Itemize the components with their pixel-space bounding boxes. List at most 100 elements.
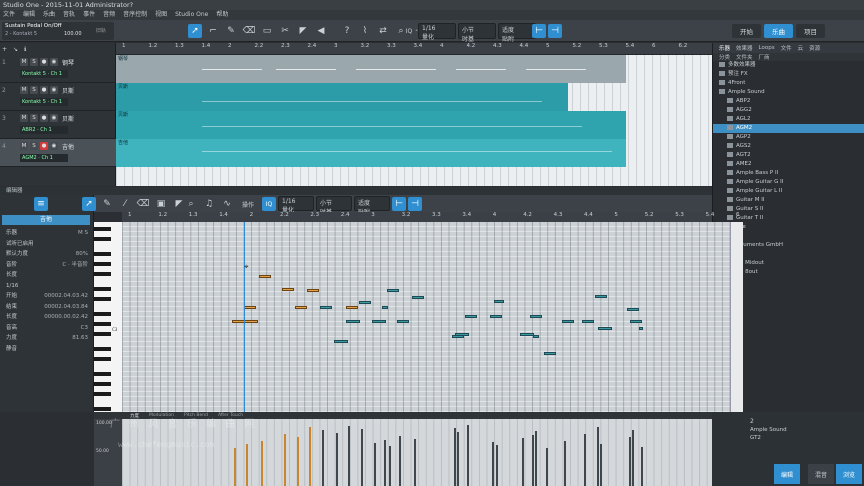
mute-tool-icon[interactable]: ◤ [296, 24, 310, 38]
sort-folder[interactable]: 文件夹 [736, 53, 753, 61]
velocity-bar[interactable] [414, 439, 416, 486]
browser-item[interactable]: AGM2 [713, 124, 864, 133]
record-button[interactable]: ● [40, 142, 48, 150]
editor-arrow-icon[interactable]: ➚ [82, 197, 96, 211]
tab-files[interactable]: 文件 [781, 44, 792, 52]
velocity-bar[interactable] [322, 430, 324, 486]
browser-item[interactable]: AME2 [713, 160, 864, 169]
instrument-display[interactable]: Sustain Pedal On/Off 2 - Kontakt 5 100.0… [2, 22, 114, 40]
menu-track[interactable]: 音轨 [63, 10, 75, 20]
editor-listen-icon[interactable]: ♫ [202, 197, 216, 211]
monitor-button[interactable]: ◉ [50, 86, 58, 94]
velocity-bar[interactable] [629, 437, 631, 486]
track-instrument[interactable]: Kontakt 5 · Ch 1 [20, 70, 68, 78]
black-key[interactable] [94, 382, 111, 386]
edit-view-button[interactable]: 编辑 [774, 464, 800, 484]
midi-note[interactable] [490, 315, 502, 318]
mute-button[interactable]: M [20, 114, 28, 122]
editor-list-icon[interactable]: ≡ [34, 197, 48, 211]
editor-eraser-icon[interactable]: ⌫ [136, 197, 150, 211]
browser-item[interactable]: Ample Guitar G II [713, 178, 864, 187]
velocity-bar[interactable] [467, 425, 469, 486]
black-key[interactable] [94, 262, 111, 266]
inspector-icon[interactable]: ℹ [24, 46, 26, 53]
velocity-bar[interactable] [457, 432, 459, 486]
midi-note[interactable] [320, 306, 332, 309]
velocity-bar[interactable] [246, 444, 248, 486]
midi-note[interactable] [412, 296, 424, 299]
midi-note[interactable] [530, 315, 542, 318]
inspector-row[interactable]: 力度 81.63 [6, 334, 90, 343]
editor-track-label[interactable]: 吉他 [2, 215, 90, 225]
menu-view[interactable]: 视图 [155, 10, 167, 20]
midi-note[interactable] [582, 320, 594, 323]
midi-note[interactable] [595, 295, 607, 298]
velocity-bar[interactable] [361, 429, 363, 486]
piano-roll-grid[interactable] [122, 222, 743, 412]
track-2-header[interactable]: 2 M S ● ◉ 贝斯 Kontakt 5 · Ch 1 [0, 83, 116, 111]
piano-keyboard[interactable]: C3 [94, 222, 122, 412]
sort-vendor[interactable]: 厂商 [759, 53, 770, 61]
record-button[interactable]: ● [40, 58, 48, 66]
inspector-row[interactable]: 长度 00000.00.02.42 [6, 313, 90, 322]
black-key[interactable] [94, 407, 111, 411]
browser-item[interactable]: AGP2 [713, 133, 864, 142]
editor-pencil-icon[interactable]: ✎ [100, 197, 114, 211]
project-page-button[interactable]: 项目 [796, 24, 825, 38]
browser-item[interactable]: ABP2 [713, 97, 864, 106]
solo-button[interactable]: S [30, 142, 38, 150]
quantize-select[interactable]: 1/16 量化 [418, 23, 456, 41]
editor-quant-select[interactable]: 1/16 量化 [278, 196, 314, 214]
track-4-header[interactable]: 4 M S ● ◉ 吉他 AGM2 · Ch 1 [0, 139, 116, 167]
track-instrument[interactable]: Kontakt 5 · Ch 1 [20, 98, 68, 106]
black-key[interactable] [94, 357, 111, 361]
track-instrument[interactable]: AGM2 · Ch 1 [20, 154, 68, 162]
tab-loops[interactable]: Loops [759, 45, 775, 51]
inspector-row[interactable]: 开始 00002.04.03.42 [6, 292, 90, 301]
browser-item[interactable]: Ample Sound [713, 88, 864, 97]
velocity-bar[interactable] [309, 427, 311, 486]
midi-note[interactable] [452, 335, 464, 338]
velocity-bar[interactable] [374, 443, 376, 486]
velocity-bar[interactable] [584, 434, 586, 486]
velocity-bar[interactable] [234, 448, 236, 486]
clip-guitar[interactable]: 吉他 [116, 139, 626, 167]
midi-note[interactable] [346, 306, 358, 309]
menu-event[interactable]: 事件 [83, 10, 95, 20]
browser-item[interactable]: 4Front [713, 79, 864, 88]
record-button[interactable]: ● [40, 86, 48, 94]
black-key[interactable] [94, 272, 111, 276]
editor-wave-icon[interactable]: ∿ [220, 197, 234, 211]
browser-item[interactable]: Ample Bass P II [713, 169, 864, 178]
clip-bass[interactable]: 贝斯 [116, 83, 568, 111]
tab-instruments[interactable]: 乐器 [719, 44, 730, 52]
editor-paint-icon[interactable]: ⁄ [118, 197, 132, 211]
velocity-bar[interactable] [399, 436, 401, 486]
black-key[interactable] [94, 392, 111, 396]
track-name[interactable]: 吉他 [62, 142, 74, 151]
mute-button[interactable]: M [20, 142, 28, 150]
midi-note[interactable] [307, 289, 319, 292]
midi-note[interactable] [598, 327, 612, 330]
inspector-row[interactable]: 乐器 M S [6, 229, 90, 238]
mix-view-button[interactable]: 混音 [808, 464, 834, 484]
solo-button[interactable]: S [30, 58, 38, 66]
editor-action-menu[interactable]: 操作 [238, 200, 258, 209]
track-instrument[interactable]: ABR2 · Ch 1 [20, 126, 68, 134]
midi-note[interactable] [533, 335, 539, 338]
menu-help[interactable]: 帮助 [216, 10, 228, 20]
midi-note[interactable] [282, 288, 294, 291]
browser-item[interactable]: Ample Guitar L II [713, 187, 864, 196]
midi-note[interactable] [259, 275, 271, 278]
velocity-bar[interactable] [535, 431, 537, 486]
browser-item[interactable]: AGL2 [713, 115, 864, 124]
snap-events-icon[interactable]: ⊣ [548, 24, 562, 38]
range-tool-icon[interactable]: ⌐ [206, 24, 220, 38]
inspector-row[interactable]: 静音 [6, 345, 90, 354]
velocity-bar[interactable] [284, 434, 286, 486]
solo-button[interactable]: S [30, 114, 38, 122]
midi-note[interactable] [520, 333, 534, 336]
clip-piano[interactable]: 钢琴 [116, 55, 626, 83]
midi-note[interactable] [465, 315, 477, 318]
black-key[interactable] [94, 332, 111, 336]
